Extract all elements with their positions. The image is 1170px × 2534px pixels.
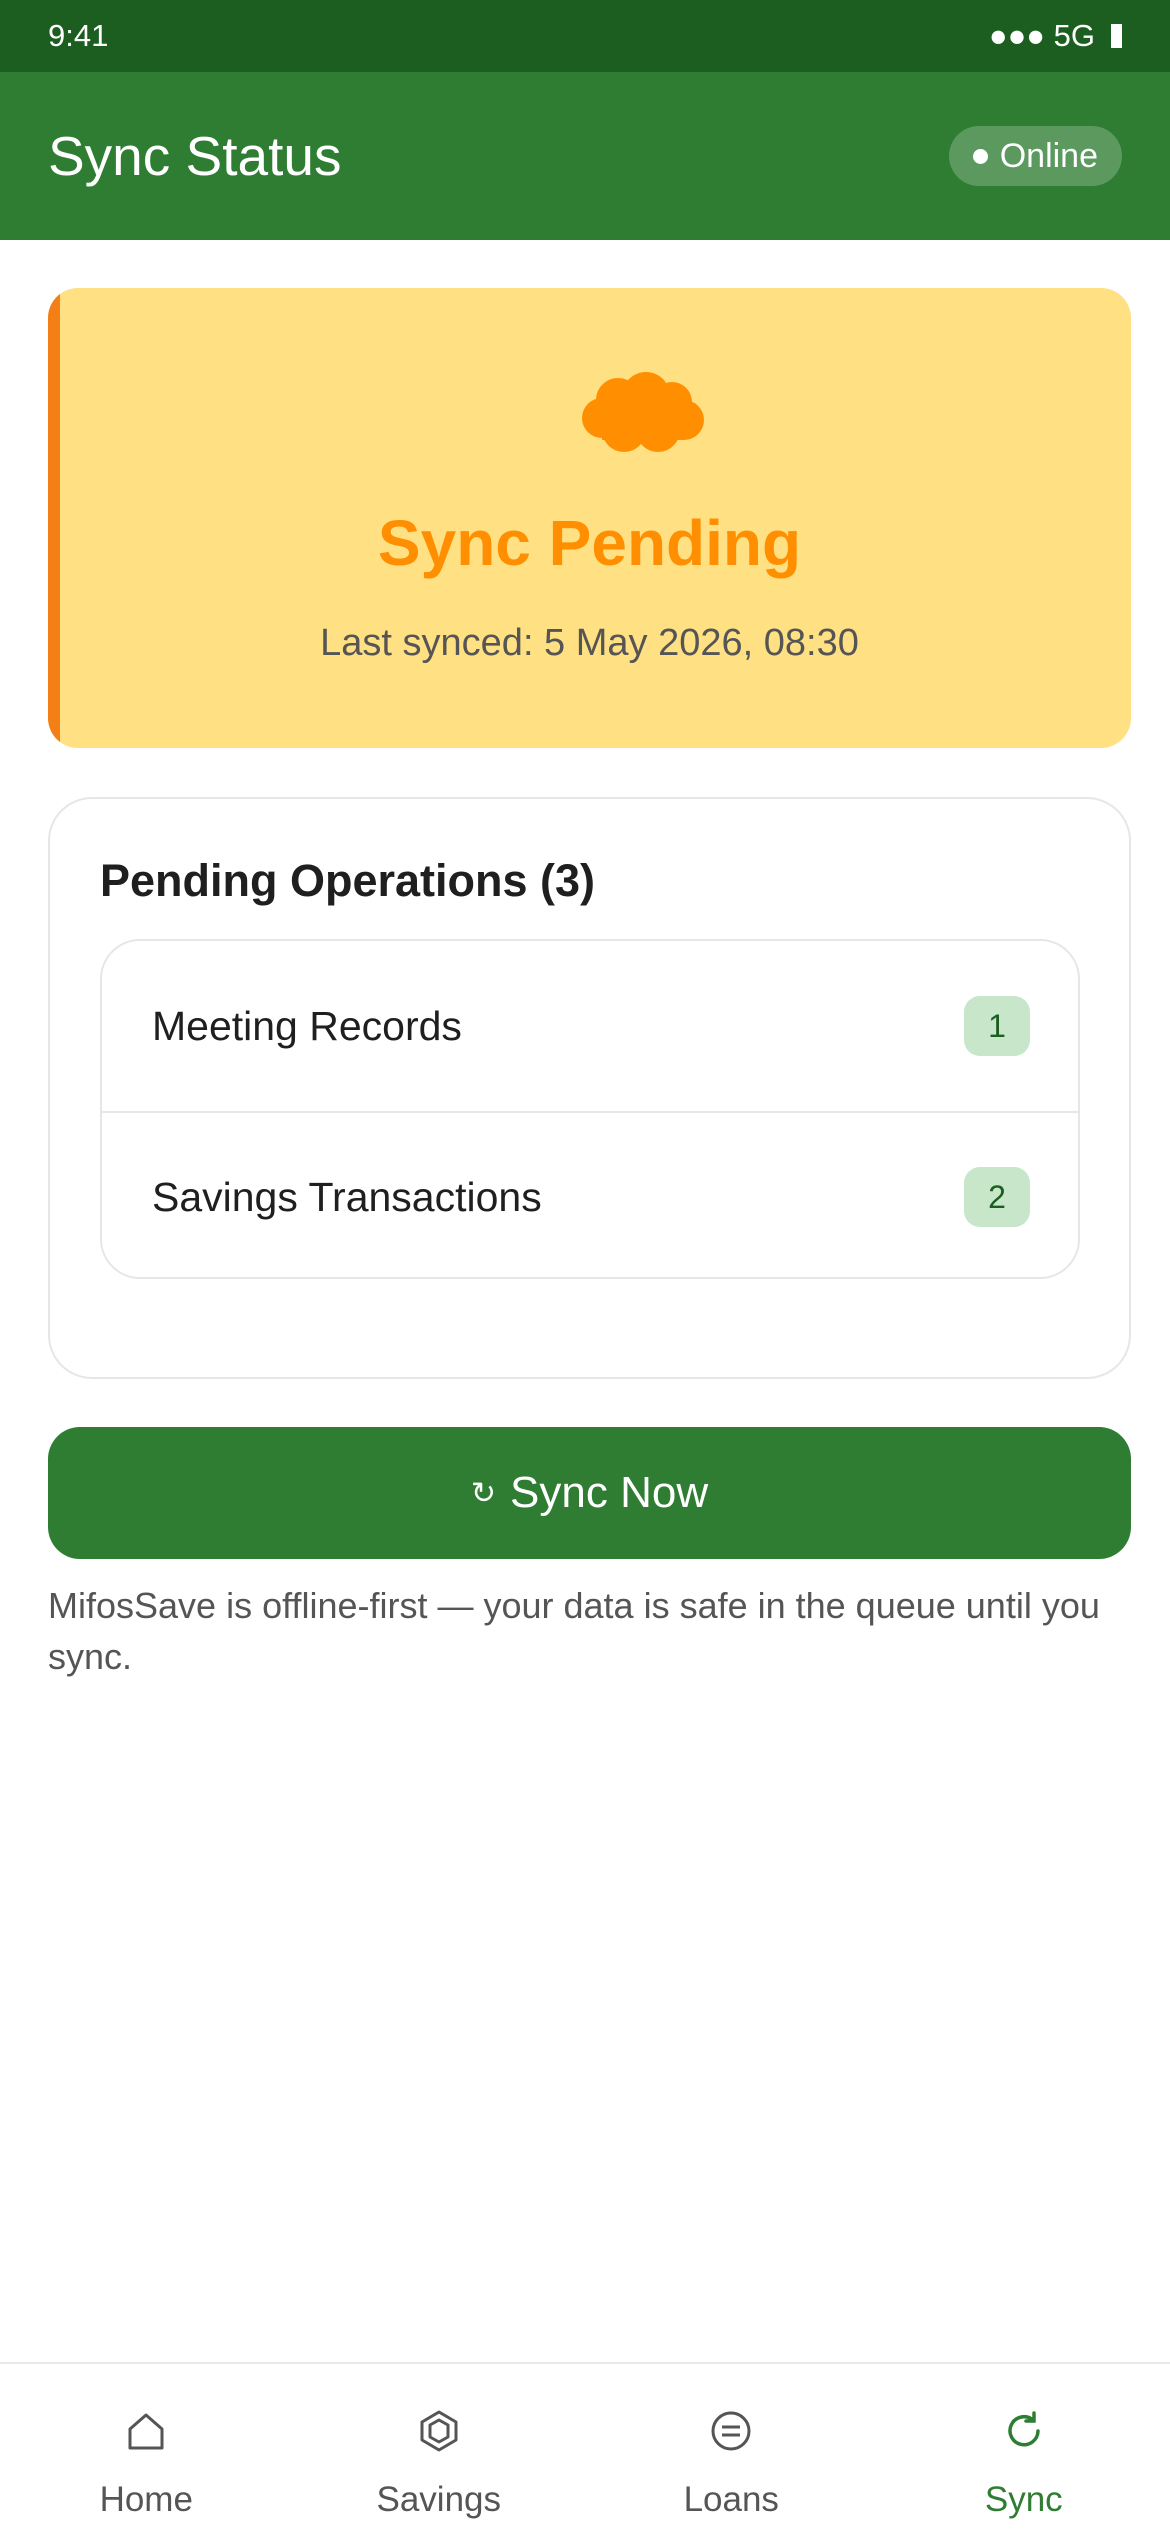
sync-now-label: Sync Now: [510, 1468, 708, 1518]
pending-operations-list: Meeting Records 1 Savings Transactions 2: [100, 939, 1080, 1279]
status-time: 9:41: [48, 18, 108, 54]
pending-operations-card: Pending Operations (3) Meeting Records 1…: [48, 797, 1131, 1379]
nav-item-savings[interactable]: Savings: [293, 2364, 586, 2534]
sync-now-button[interactable]: ↻ Sync Now: [48, 1427, 1131, 1559]
connection-status-chip: Online: [949, 126, 1122, 186]
connection-status-label: Online: [1000, 137, 1098, 176]
operation-label: Meeting Records: [152, 1003, 462, 1050]
count-badge: 1: [964, 996, 1030, 1056]
offline-footnote: MifosSave is offline-first — your data i…: [48, 1580, 1128, 1682]
refresh-icon: ↻: [471, 1476, 496, 1511]
pending-operations-title: Pending Operations (3): [100, 855, 595, 907]
sync-icon: [1001, 2408, 1047, 2454]
status-bar: 9:41 ●●● 5G: [0, 0, 1170, 72]
nav-label-savings: Savings: [376, 2480, 501, 2520]
status-indicators: ●●● 5G: [989, 18, 1122, 54]
bottom-navigation: Home Savings Loans Sync: [0, 2362, 1170, 2534]
operation-label: Savings Transactions: [152, 1174, 542, 1221]
list-item[interactable]: Meeting Records 1: [102, 941, 1078, 1111]
app-bar: Sync Status Online: [0, 72, 1170, 240]
home-icon: [123, 2408, 169, 2454]
sync-status-card: Sync Pending Last synced: 5 May 2026, 08…: [48, 288, 1131, 748]
nav-label-home: Home: [100, 2480, 193, 2520]
list-item[interactable]: Savings Transactions 2: [102, 1111, 1078, 1279]
cloud-icon: [580, 370, 706, 454]
count-badge: 2: [964, 1167, 1030, 1227]
sync-status-title: Sync Pending: [48, 506, 1131, 580]
nav-item-home[interactable]: Home: [0, 2364, 293, 2534]
nav-label-sync: Sync: [985, 2480, 1063, 2520]
online-dot-icon: [973, 149, 988, 164]
signal-indicator: ●●● 5G: [989, 18, 1095, 54]
page-title: Sync Status: [48, 124, 341, 188]
battery-icon: [1111, 24, 1122, 48]
nav-item-sync[interactable]: Sync: [878, 2364, 1170, 2534]
savings-icon: [416, 2408, 462, 2454]
nav-item-loans[interactable]: Loans: [585, 2364, 878, 2534]
nav-label-loans: Loans: [684, 2480, 779, 2520]
last-synced-text: Last synced: 5 May 2026, 08:30: [48, 622, 1131, 665]
loans-icon: [708, 2408, 754, 2454]
